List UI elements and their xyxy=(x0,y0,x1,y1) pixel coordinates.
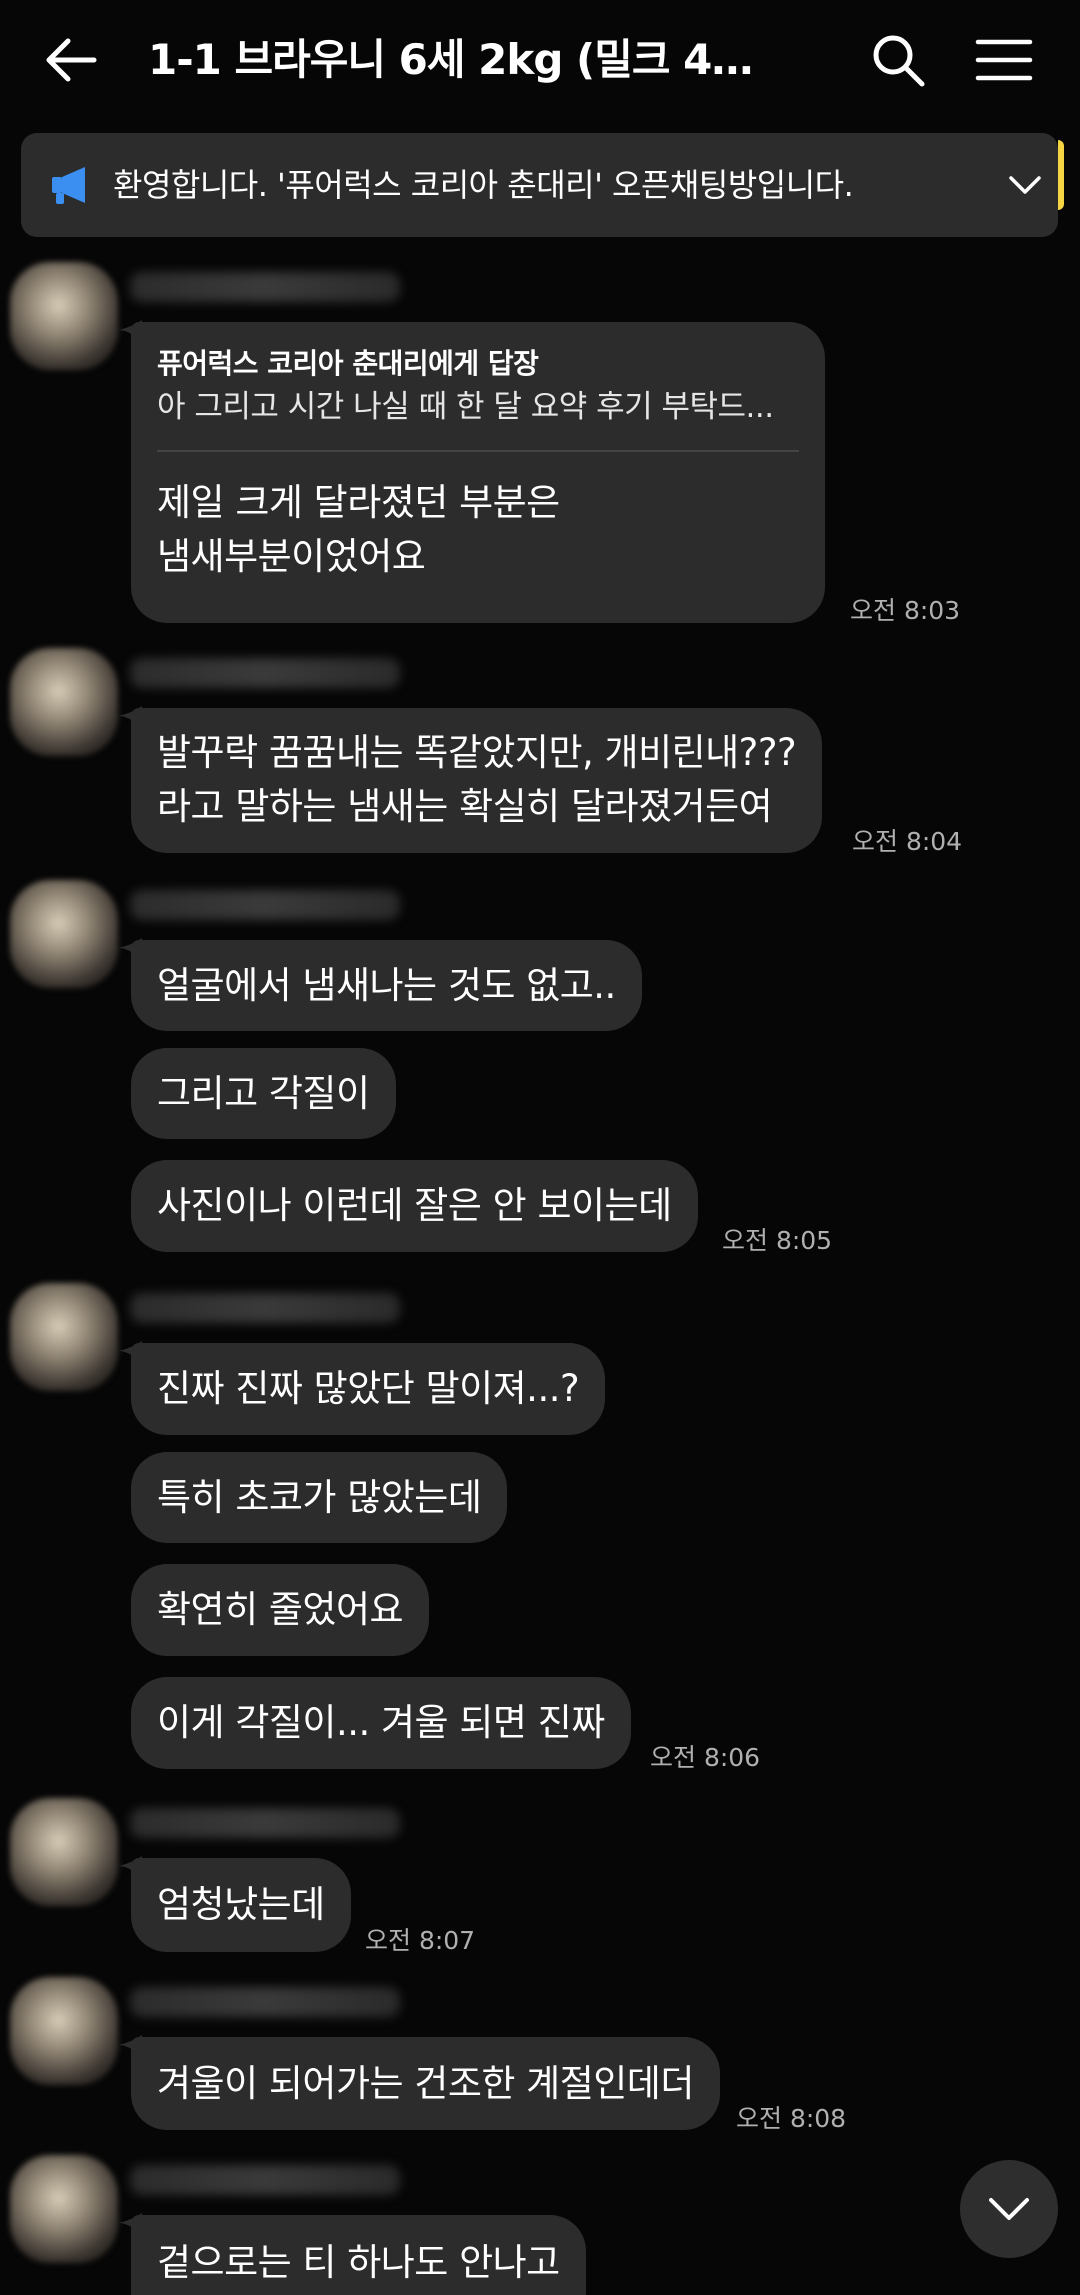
chat-header: 1-1 브라우니 6세 2kg (밀크 4세... xyxy=(0,0,1080,120)
chevron-down-icon xyxy=(989,2198,1029,2220)
avatar[interactable] xyxy=(10,262,118,370)
message-line: 제일 크게 달라졌던 부분은 xyxy=(157,481,560,524)
back-button[interactable] xyxy=(40,28,104,92)
message-bubble[interactable]: 발꾸락 꿈꿈내는 똑같았지만, 개비린내??? 라고 말하는 냄새는 확실히 달… xyxy=(131,708,823,853)
arrow-left-icon xyxy=(46,38,97,82)
message-time: 오전 8:06 xyxy=(650,1743,761,1772)
message-time: 오전 8:08 xyxy=(736,2104,847,2133)
sender-name-blurred xyxy=(130,890,400,920)
message-bubble[interactable]: 특히 초코가 많았는데 xyxy=(131,1452,508,1543)
search-button[interactable] xyxy=(868,30,928,90)
message-bubble[interactable]: 진짜 진짜 많았단 말이져...? xyxy=(131,1343,606,1435)
reply-quote[interactable]: 아 그리고 시간 나실 때 한 달 요약 후기 부탁드... xyxy=(157,384,799,430)
message-time: 오전 8:04 xyxy=(852,827,963,856)
message-bubble[interactable]: 겉으로는 티 하나도 안나고 xyxy=(131,2215,586,2295)
avatar[interactable] xyxy=(10,648,118,756)
notice-banner[interactable]: 환영합니다. '퓨어럭스 코리아 춘대리' 오픈채팅방입니다. xyxy=(21,133,1058,237)
message-time: 오전 8:07 xyxy=(365,1926,476,1955)
message-bubble[interactable]: 확연히 줄었어요 xyxy=(131,1564,430,1656)
message-bubble[interactable]: 사진이나 이런데 잘은 안 보이는데 xyxy=(131,1160,698,1252)
sender-name-blurred xyxy=(130,1808,400,1838)
scroll-to-bottom-button[interactable] xyxy=(960,2160,1058,2258)
sender-name-blurred xyxy=(130,2165,400,2195)
search-icon xyxy=(873,35,925,87)
sender-name-blurred xyxy=(130,1293,400,1323)
message-line: 발꾸락 꿈꿈내는 똑같았지만, 개비린내??? xyxy=(157,731,797,774)
reply-divider xyxy=(157,450,799,452)
sender-name-blurred xyxy=(130,658,400,688)
notice-edge-accent xyxy=(1058,140,1064,210)
hamburger-menu-icon xyxy=(975,39,1033,81)
avatar[interactable] xyxy=(10,880,118,988)
menu-button[interactable] xyxy=(972,30,1036,90)
message-bubble-reply[interactable]: 퓨어럭스 코리아 춘대리에게 답장 아 그리고 시간 나실 때 한 달 요약 후… xyxy=(131,322,825,623)
message-bubble[interactable]: 겨울이 되어가는 건조한 계절인데더 xyxy=(131,2037,720,2130)
notice-text: 환영합니다. '퓨어럭스 코리아 춘대리' 오픈채팅방입니다. xyxy=(113,166,854,204)
message-bubble[interactable]: 그리고 각질이 xyxy=(131,1048,396,1139)
avatar[interactable] xyxy=(10,2155,118,2263)
avatar[interactable] xyxy=(10,1977,118,2085)
avatar[interactable] xyxy=(10,1283,118,1391)
sender-name-blurred xyxy=(130,1987,400,2017)
sender-name-blurred xyxy=(130,272,400,302)
chevron-down-icon[interactable] xyxy=(1007,167,1043,203)
message-time: 오전 8:03 xyxy=(850,596,961,625)
megaphone-icon xyxy=(52,167,85,204)
avatar[interactable] xyxy=(10,1798,118,1906)
message-bubble[interactable]: 얼굴에서 냄새나는 것도 없고.. xyxy=(131,940,642,1031)
chat-title: 1-1 브라우니 6세 2kg (밀크 4세... xyxy=(148,35,758,84)
message-line: 라고 말하는 냄새는 확실히 달라졌거든여 xyxy=(157,785,773,828)
message-line: 냄새부분이었어요 xyxy=(157,535,426,578)
message-bubble[interactable]: 엄청났는데 xyxy=(131,1858,351,1952)
message-time: 오전 8:05 xyxy=(722,1226,833,1255)
reply-header: 퓨어럭스 코리아 춘대리에게 답장 xyxy=(157,347,539,380)
message-bubble[interactable]: 이게 각질이... 겨울 되면 진짜 xyxy=(131,1677,631,1769)
